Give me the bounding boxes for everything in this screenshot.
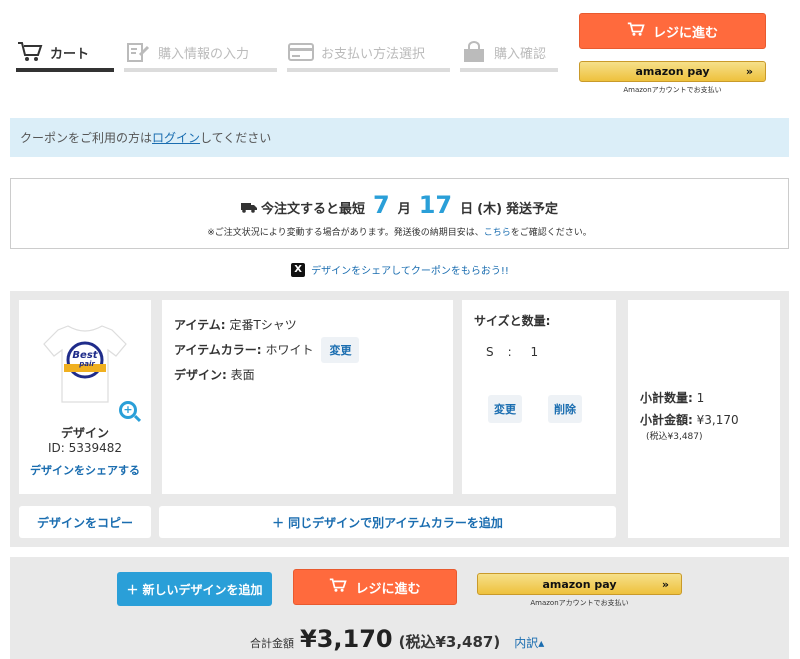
checkout-label: レジに進む — [652, 25, 718, 41]
shipping-pre: 今注文すると最短 — [260, 202, 365, 217]
step-confirm: 購入確認 — [460, 32, 558, 72]
checkout-button-top[interactable]: レジに進む — [579, 13, 766, 49]
item-details-card: アイテム: 定番Tシャツ アイテムカラー: ホワイト 変更 デザイン: 表面 — [162, 300, 453, 494]
shipping-line: 今注文すると最短 7 月 17 日 (木) 発送予定 — [11, 191, 788, 219]
cart-icon — [16, 40, 44, 64]
size-title: サイズと数量: — [474, 314, 551, 328]
qty-value: 1 — [696, 391, 705, 405]
color-key: アイテムカラー: — [174, 343, 262, 357]
step-purchase-info: 購入情報の入力 — [124, 32, 277, 72]
step-label: 購入確認 — [494, 46, 547, 62]
breakdown-toggle[interactable]: 内訳▴ — [514, 634, 544, 651]
cart-footer: ＋ 新しいデザインを追加 レジに進む amazon pay » Amazonアカ… — [10, 557, 789, 659]
subtotal-card: 小計数量: 1 小計金額: ¥3,170 (税込¥3,487) — [628, 300, 780, 538]
coupon-text: してください — [200, 131, 272, 145]
size-actions: 変更 削除 — [488, 395, 582, 423]
checkout-label: レジに進む — [355, 581, 421, 597]
amazon-pay-logo: amazon pay — [542, 577, 617, 591]
tshirt-image[interactable]: Best pair — [40, 318, 130, 408]
step-label: カート — [50, 46, 90, 62]
size-quantity-value: S : 1 — [486, 345, 540, 359]
double-chevron-right-icon: » — [745, 65, 753, 78]
amazon-pay-button-bottom[interactable]: amazon pay » — [477, 573, 682, 595]
amount-value: ¥3,170 — [696, 413, 739, 427]
plus-icon: ＋ — [126, 582, 139, 597]
checkout-button-bottom[interactable]: レジに進む — [293, 569, 457, 605]
share-coupon-text: デザインをシェアしてクーポンをもらおう!! — [311, 266, 509, 277]
amazon-pay-button-top[interactable]: amazon pay » — [579, 61, 766, 82]
zoom-in-icon[interactable]: + — [119, 401, 137, 419]
shipping-month: 7 — [372, 191, 390, 219]
color-value: ホワイト — [265, 343, 314, 357]
shipping-day-unit: 日 — [460, 202, 474, 217]
credit-card-icon — [287, 40, 315, 64]
add-item-color-button[interactable]: ＋ 同じデザインで別アイテムカラーを追加 — [159, 506, 616, 538]
shipping-post: 発送予定 — [506, 202, 559, 217]
item-color-row: アイテムカラー: ホワイト 変更 — [174, 336, 441, 363]
step-progress-bar — [16, 68, 114, 72]
cart-icon — [329, 578, 348, 597]
amazon-pay-logo: amazon pay — [635, 65, 710, 78]
x-icon: X — [291, 262, 306, 277]
step-label: 購入情報の入力 — [158, 46, 250, 62]
subtotal-tax-note: (税込¥3,487) — [646, 432, 703, 442]
step-cart: カート — [16, 32, 114, 72]
amazon-pay-note: Amazonアカウントでお支払い — [530, 599, 629, 607]
step-payment: お支払い方法選択 — [287, 32, 450, 72]
checkout-steps: カート 購入情報の入力 お支払い方法選択 購入確認 — [16, 32, 558, 72]
total-amount: ¥3,170 — [300, 625, 393, 653]
shipping-day: 17 — [418, 191, 453, 219]
amount-key: 小計金額: — [640, 413, 693, 427]
change-color-button[interactable]: 変更 — [321, 336, 360, 363]
shipping-note-post: をご確認ください。 — [510, 228, 592, 238]
truck-icon — [240, 202, 257, 217]
shopping-bag-icon — [460, 40, 488, 64]
change-size-button[interactable]: 変更 — [488, 395, 522, 423]
delivery-info-link[interactable]: こちら — [484, 228, 511, 238]
item-row: アイテム: 定番Tシャツ — [174, 312, 441, 337]
size-quantity-card: サイズと数量: S : 1 変更 削除 — [462, 300, 616, 494]
design-id: ID: 5339482 — [47, 441, 123, 455]
qty-key: 小計数量: — [640, 391, 693, 405]
design-label: デザイン — [60, 426, 109, 440]
edit-form-icon — [124, 40, 152, 64]
shipping-month-unit: 月 — [397, 202, 411, 217]
step-progress-bar — [287, 68, 450, 72]
design-side-row: デザイン: 表面 — [174, 362, 441, 387]
total-tax: (税込¥3,487) — [398, 633, 501, 651]
copy-design-button[interactable]: デザインをコピー — [19, 506, 151, 538]
design-value: 表面 — [230, 368, 255, 382]
add-color-label: 同じデザインで別アイテムカラーを追加 — [288, 515, 503, 530]
login-link[interactable]: ログイン — [152, 129, 200, 146]
shipping-note-pre: ※ご注文状況により変動する場合があります。発送後の納期目安は、 — [207, 228, 484, 238]
shipping-note: ※ご注文状況により変動する場合があります。発送後の納期目安は、こちらをご確認くだ… — [11, 225, 788, 238]
subtotal-amount-row: 小計金額: ¥3,170 — [640, 411, 780, 429]
share-design-link[interactable]: デザインをシェアする — [19, 462, 151, 478]
new-design-label: 新しいデザインを追加 — [142, 582, 263, 597]
step-progress-bar — [460, 68, 558, 72]
cart-icon — [627, 22, 645, 41]
add-new-design-button[interactable]: ＋ 新しいデザインを追加 — [117, 572, 272, 606]
order-total: 合計金額 ¥3,170 (税込¥3,487) 内訳▴ — [250, 625, 544, 653]
coupon-text: クーポンをご利用の方は — [20, 131, 153, 145]
coupon-login-banner: クーポンをご利用の方は ログイン してください — [10, 118, 789, 157]
step-progress-bar — [124, 68, 277, 72]
cart-item-panel: Best pair + デザイン ID: 5339482 デザインをシェアする … — [10, 291, 789, 547]
double-chevron-right-icon: » — [661, 577, 669, 591]
delete-item-button[interactable]: 削除 — [548, 395, 582, 423]
item-value: 定番Tシャツ — [229, 318, 297, 332]
subtotal-qty-row: 小計数量: 1 — [640, 389, 780, 407]
amazon-pay-note: Amazonアカウントでお支払い — [623, 86, 722, 94]
shipping-weekday: (木) — [477, 202, 503, 217]
plus-icon: ＋ — [272, 515, 285, 530]
design-preview-card: Best pair + デザイン ID: 5339482 デザインをシェアする — [19, 300, 151, 494]
total-label: 合計金額 — [250, 637, 294, 650]
item-key: アイテム: — [174, 318, 226, 332]
step-label: お支払い方法選択 — [321, 46, 426, 62]
share-coupon-link[interactable]: X デザインをシェアしてクーポンをもらおう!! — [0, 262, 800, 277]
design-key: デザイン: — [174, 368, 227, 382]
shirt-print-text: pair — [78, 360, 95, 368]
shipping-estimate-box: 今注文すると最短 7 月 17 日 (木) 発送予定 ※ご注文状況により変動する… — [10, 178, 789, 249]
